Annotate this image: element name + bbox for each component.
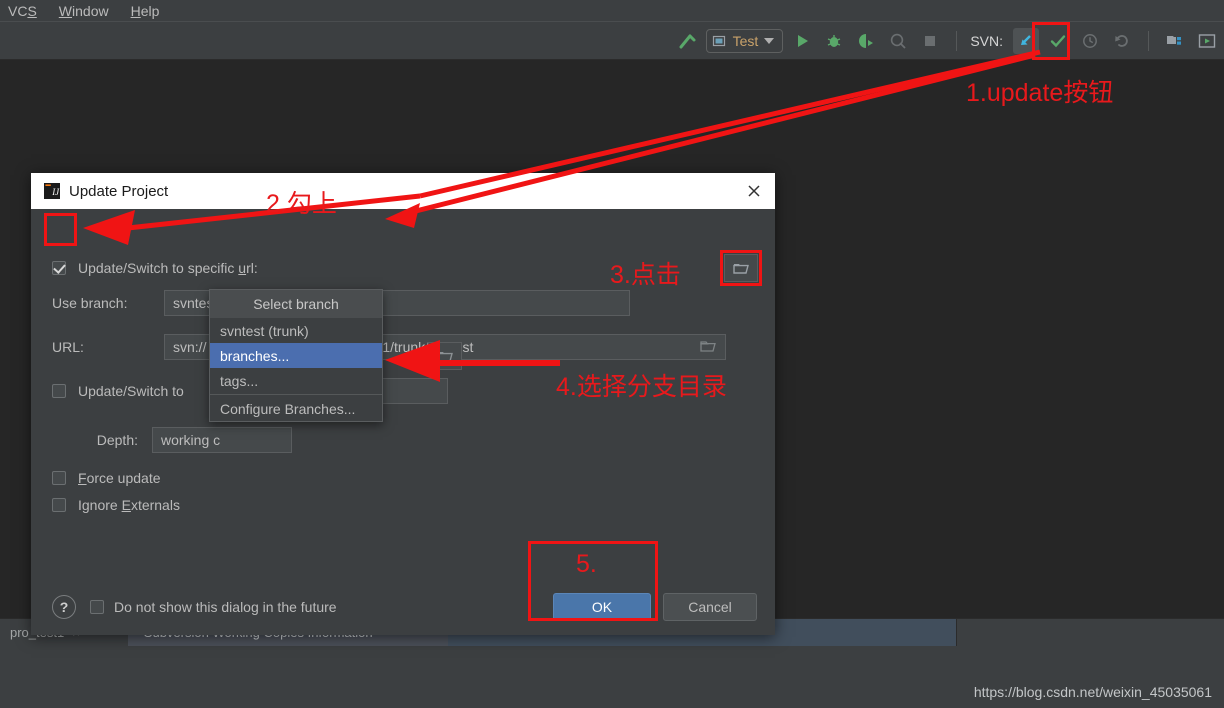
stop-icon[interactable] [917,28,943,54]
svn-rollback-icon[interactable] [1109,28,1135,54]
popup-item-trunk[interactable]: svntest (trunk) [210,318,382,343]
run-icon[interactable] [789,28,815,54]
svn-update-icon[interactable] [1013,27,1039,54]
do-not-show-checkbox[interactable] [90,600,104,614]
popup-header: Select branch [210,290,382,318]
footer-strip: https://blog.csdn.net/weixin_45035061 [0,646,1224,708]
folder-icon[interactable] [700,339,717,356]
debug-icon[interactable] [821,28,847,54]
ok-button[interactable]: OK [553,593,651,621]
chevron-down-icon[interactable] [764,37,775,44]
do-not-show-label: Do not show this dialog in the future [114,599,337,615]
svn-label: SVN: [970,32,1003,49]
force-update-row: Force update [52,470,161,486]
popup-item-tags[interactable]: tags... [210,368,382,393]
menu-item-vcs[interactable]: VCS [8,4,37,18]
use-branch-row: Use branch: svntest [52,290,858,316]
specific-url-checkbox[interactable] [52,261,66,275]
run-config-icon [712,35,725,47]
main-toolbar: Test SVN: [0,22,1224,60]
specific-url-label: Update/Switch to specific url: [78,260,258,276]
intellij-idea-icon: IJ [44,183,60,199]
menu-bar: VCS Window Help [0,0,1224,22]
ignore-externals-row: Ignore Externals [52,497,180,513]
build-hammer-icon[interactable] [674,28,700,54]
toolbar-divider-2 [1148,30,1149,51]
run-with-coverage-icon[interactable] [853,28,879,54]
help-icon[interactable]: ? [52,595,76,619]
depth-combobox[interactable]: working c [152,427,292,453]
depth-value: working c [161,432,221,448]
select-branch-popup: Select branch svntest (trunk) branches..… [209,289,383,422]
url-row: URL: svn:// t1/trunk/svntest [52,334,726,360]
ignore-externals-checkbox[interactable] [52,498,66,512]
switch-second-browse-button[interactable] [428,342,462,370]
popup-item-configure-branches[interactable]: Configure Branches... [210,396,382,421]
popup-item-branches[interactable]: branches... [210,343,382,368]
run-anything-icon[interactable] [1194,28,1220,54]
svn-commit-icon[interactable] [1045,28,1071,54]
switch-second-label: Update/Switch to [78,383,184,399]
specific-url-row: Update/Switch to specific url: [52,260,258,276]
folder-icon [732,264,749,274]
svg-text:IJ: IJ [51,187,60,197]
menu-item-window[interactable]: Window [59,4,109,18]
toolbar-divider [956,30,958,51]
switch-second-checkbox[interactable] [52,384,66,398]
url-value-prefix: svn:// [173,339,207,355]
svn-history-icon[interactable] [1077,28,1103,54]
folder-icon [436,352,453,362]
menu-item-help[interactable]: Help [131,4,160,18]
popup-divider [210,394,382,395]
status-bar-right [956,618,1224,647]
depth-row: Depth: working c [52,427,292,453]
depth-label: Depth: [96,432,138,448]
force-update-label: Force update [78,470,161,486]
watermark-url: https://blog.csdn.net/weixin_45035061 [973,684,1212,700]
cancel-button[interactable]: Cancel [663,593,757,621]
dialog-body: Update/Switch to specific url: Use branc… [31,209,775,635]
force-update-checkbox[interactable] [52,471,66,485]
run-configuration-selector[interactable]: Test [705,28,784,53]
use-branch-label: Use branch: [52,295,128,311]
url-label: URL: [52,339,84,355]
update-project-dialog: IJ Update Project Update/Switch to speci… [31,173,775,635]
dialog-titlebar: IJ Update Project [31,173,775,209]
ignore-externals-label: Ignore Externals [78,497,180,513]
use-branch-browse-button[interactable] [724,254,758,282]
project-structure-icon[interactable] [1162,28,1188,54]
dialog-footer: ? Do not show this dialog in the future … [52,593,757,621]
profile-icon[interactable] [885,28,911,54]
dialog-title: Update Project [69,182,169,200]
close-icon[interactable] [739,176,769,206]
run-config-label: Test [732,32,759,49]
